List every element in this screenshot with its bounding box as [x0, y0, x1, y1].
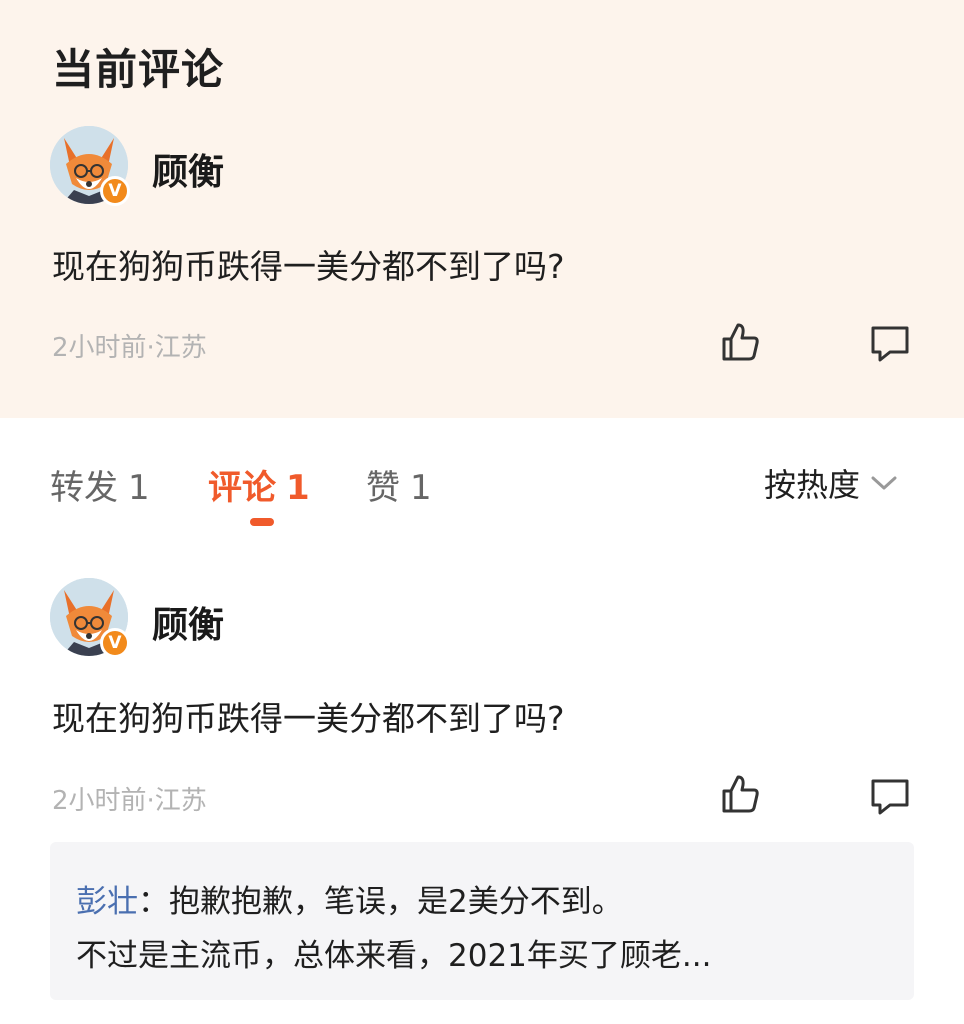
sort-label: 按热度 — [764, 466, 861, 504]
comment-text: 现在狗狗币跌得一美分都不到了吗? — [52, 699, 565, 738]
sort-dropdown[interactable]: 按热度 — [764, 460, 898, 506]
avatar[interactable]: V — [50, 578, 130, 658]
thumbs-up-icon[interactable] — [718, 320, 762, 364]
comment-author[interactable]: 顾衡 — [152, 143, 224, 195]
reply-text: 抱歉抱歉，笔误，是2美分不到。 — [169, 884, 623, 920]
reply-line-1: 彭壮：抱歉抱歉，笔误，是2美分不到。 — [76, 876, 623, 921]
comment-text: 现在狗狗币跌得一美分都不到了吗? — [52, 247, 565, 286]
reply-separator: ： — [138, 884, 169, 920]
comment-icon[interactable] — [868, 322, 912, 366]
tab-likes[interactable]: 赞1 — [366, 460, 432, 509]
comment-meta: 2小时前·江苏 — [52, 786, 207, 816]
tab-label: 赞 — [366, 468, 400, 508]
section-title: 当前评论 — [52, 45, 225, 94]
current-comment-panel: 当前评论 V 顾衡 现在狗狗币跌得一美分都不到了吗? 2小时前·江苏 — [0, 0, 964, 418]
tab-label: 转发 — [50, 468, 118, 508]
comment-author[interactable]: 顾衡 — [152, 596, 224, 648]
reply-line-2: 不过是主流币，总体来看，2021年买了顾老... — [76, 938, 712, 974]
tab-count: 1 — [410, 468, 432, 508]
reply-author[interactable]: 彭壮 — [76, 884, 138, 920]
tab-count: 1 — [128, 468, 150, 508]
tab-count: 1 — [286, 468, 310, 508]
comment-icon[interactable] — [868, 775, 912, 819]
tab-label: 评论 — [208, 468, 276, 508]
reply-preview[interactable]: 彭壮：抱歉抱歉，笔误，是2美分不到。 不过是主流币，总体来看，2021年买了顾老… — [50, 842, 914, 1000]
tab-repost[interactable]: 转发 1 — [50, 460, 150, 509]
verified-icon: V — [100, 628, 130, 658]
chevron-down-icon — [871, 476, 897, 490]
comment-meta: 2小时前·江苏 — [52, 333, 207, 363]
active-tab-indicator — [250, 518, 274, 526]
verified-icon: V — [100, 176, 130, 206]
avatar[interactable]: V — [50, 126, 130, 206]
tab-comments[interactable]: 评论 1 — [208, 460, 310, 509]
thumbs-up-icon[interactable] — [718, 772, 762, 816]
